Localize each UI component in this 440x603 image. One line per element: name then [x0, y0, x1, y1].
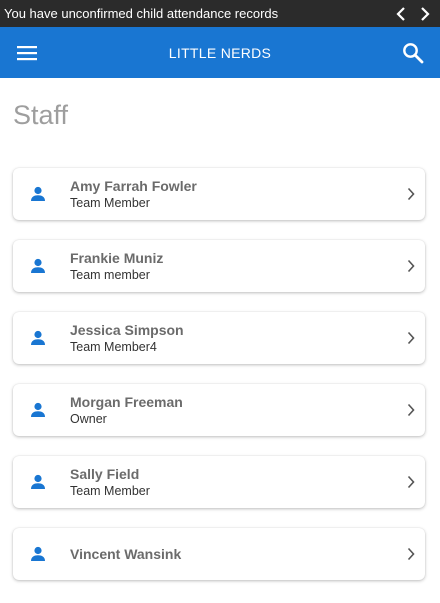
staff-text: Morgan Freeman Owner [70, 394, 183, 427]
hamburger-menu-icon[interactable] [14, 40, 40, 66]
person-icon [30, 258, 46, 274]
staff-list: Amy Farrah Fowler Team Member Frankie Mu… [13, 168, 425, 600]
staff-role: Team Member [70, 483, 150, 498]
page-title: Staff [13, 100, 69, 130]
notification-arrows [394, 6, 432, 22]
staff-text: Sally Field Team Member [70, 466, 150, 499]
staff-list-item[interactable]: Amy Farrah Fowler Team Member [13, 168, 425, 220]
chevron-right-icon [407, 187, 415, 201]
staff-text: Jessica Simpson Team Member4 [70, 322, 184, 355]
chevron-right-icon [407, 547, 415, 561]
person-icon [30, 546, 46, 562]
staff-name: Vincent Wansink [70, 546, 182, 562]
staff-role: Team Member [70, 195, 150, 210]
person-icon [30, 402, 46, 418]
notification-text: You have unconfirmed child attendance re… [4, 6, 279, 21]
staff-role: Team member [70, 267, 150, 282]
staff-name: Morgan Freeman [70, 393, 183, 410]
chevron-left-icon[interactable] [394, 6, 408, 22]
chevron-right-icon [407, 331, 415, 345]
chevron-right-icon[interactable] [418, 6, 432, 22]
chevron-right-icon [407, 475, 415, 489]
staff-text: Vincent Wansink [70, 546, 181, 562]
app-title: LITTLE NERDS [168, 44, 272, 61]
staff-text: Amy Farrah Fowler Team Member [70, 178, 197, 211]
person-icon [30, 330, 46, 346]
staff-role: Team Member4 [70, 339, 157, 354]
staff-text: Frankie Muniz Team member [70, 250, 163, 283]
staff-list-item[interactable]: Jessica Simpson Team Member4 [13, 312, 425, 364]
staff-role: Owner [70, 411, 107, 426]
staff-list-item[interactable]: Sally Field Team Member [13, 456, 425, 508]
staff-name: Amy Farrah Fowler [70, 177, 197, 194]
staff-name: Jessica Simpson [70, 321, 184, 338]
chevron-right-icon [407, 403, 415, 417]
person-icon [30, 186, 46, 202]
search-icon[interactable] [400, 40, 426, 66]
notification-bar: You have unconfirmed child attendance re… [0, 0, 440, 27]
staff-list-item[interactable]: Frankie Muniz Team member [13, 240, 425, 292]
staff-name: Sally Field [70, 465, 140, 482]
person-icon [30, 474, 46, 490]
staff-name: Frankie Muniz [70, 249, 164, 266]
app-bar: LITTLE NERDS [0, 27, 440, 78]
staff-list-item[interactable]: Morgan Freeman Owner [13, 384, 425, 436]
chevron-right-icon [407, 259, 415, 273]
staff-list-item[interactable]: Vincent Wansink [13, 528, 425, 580]
